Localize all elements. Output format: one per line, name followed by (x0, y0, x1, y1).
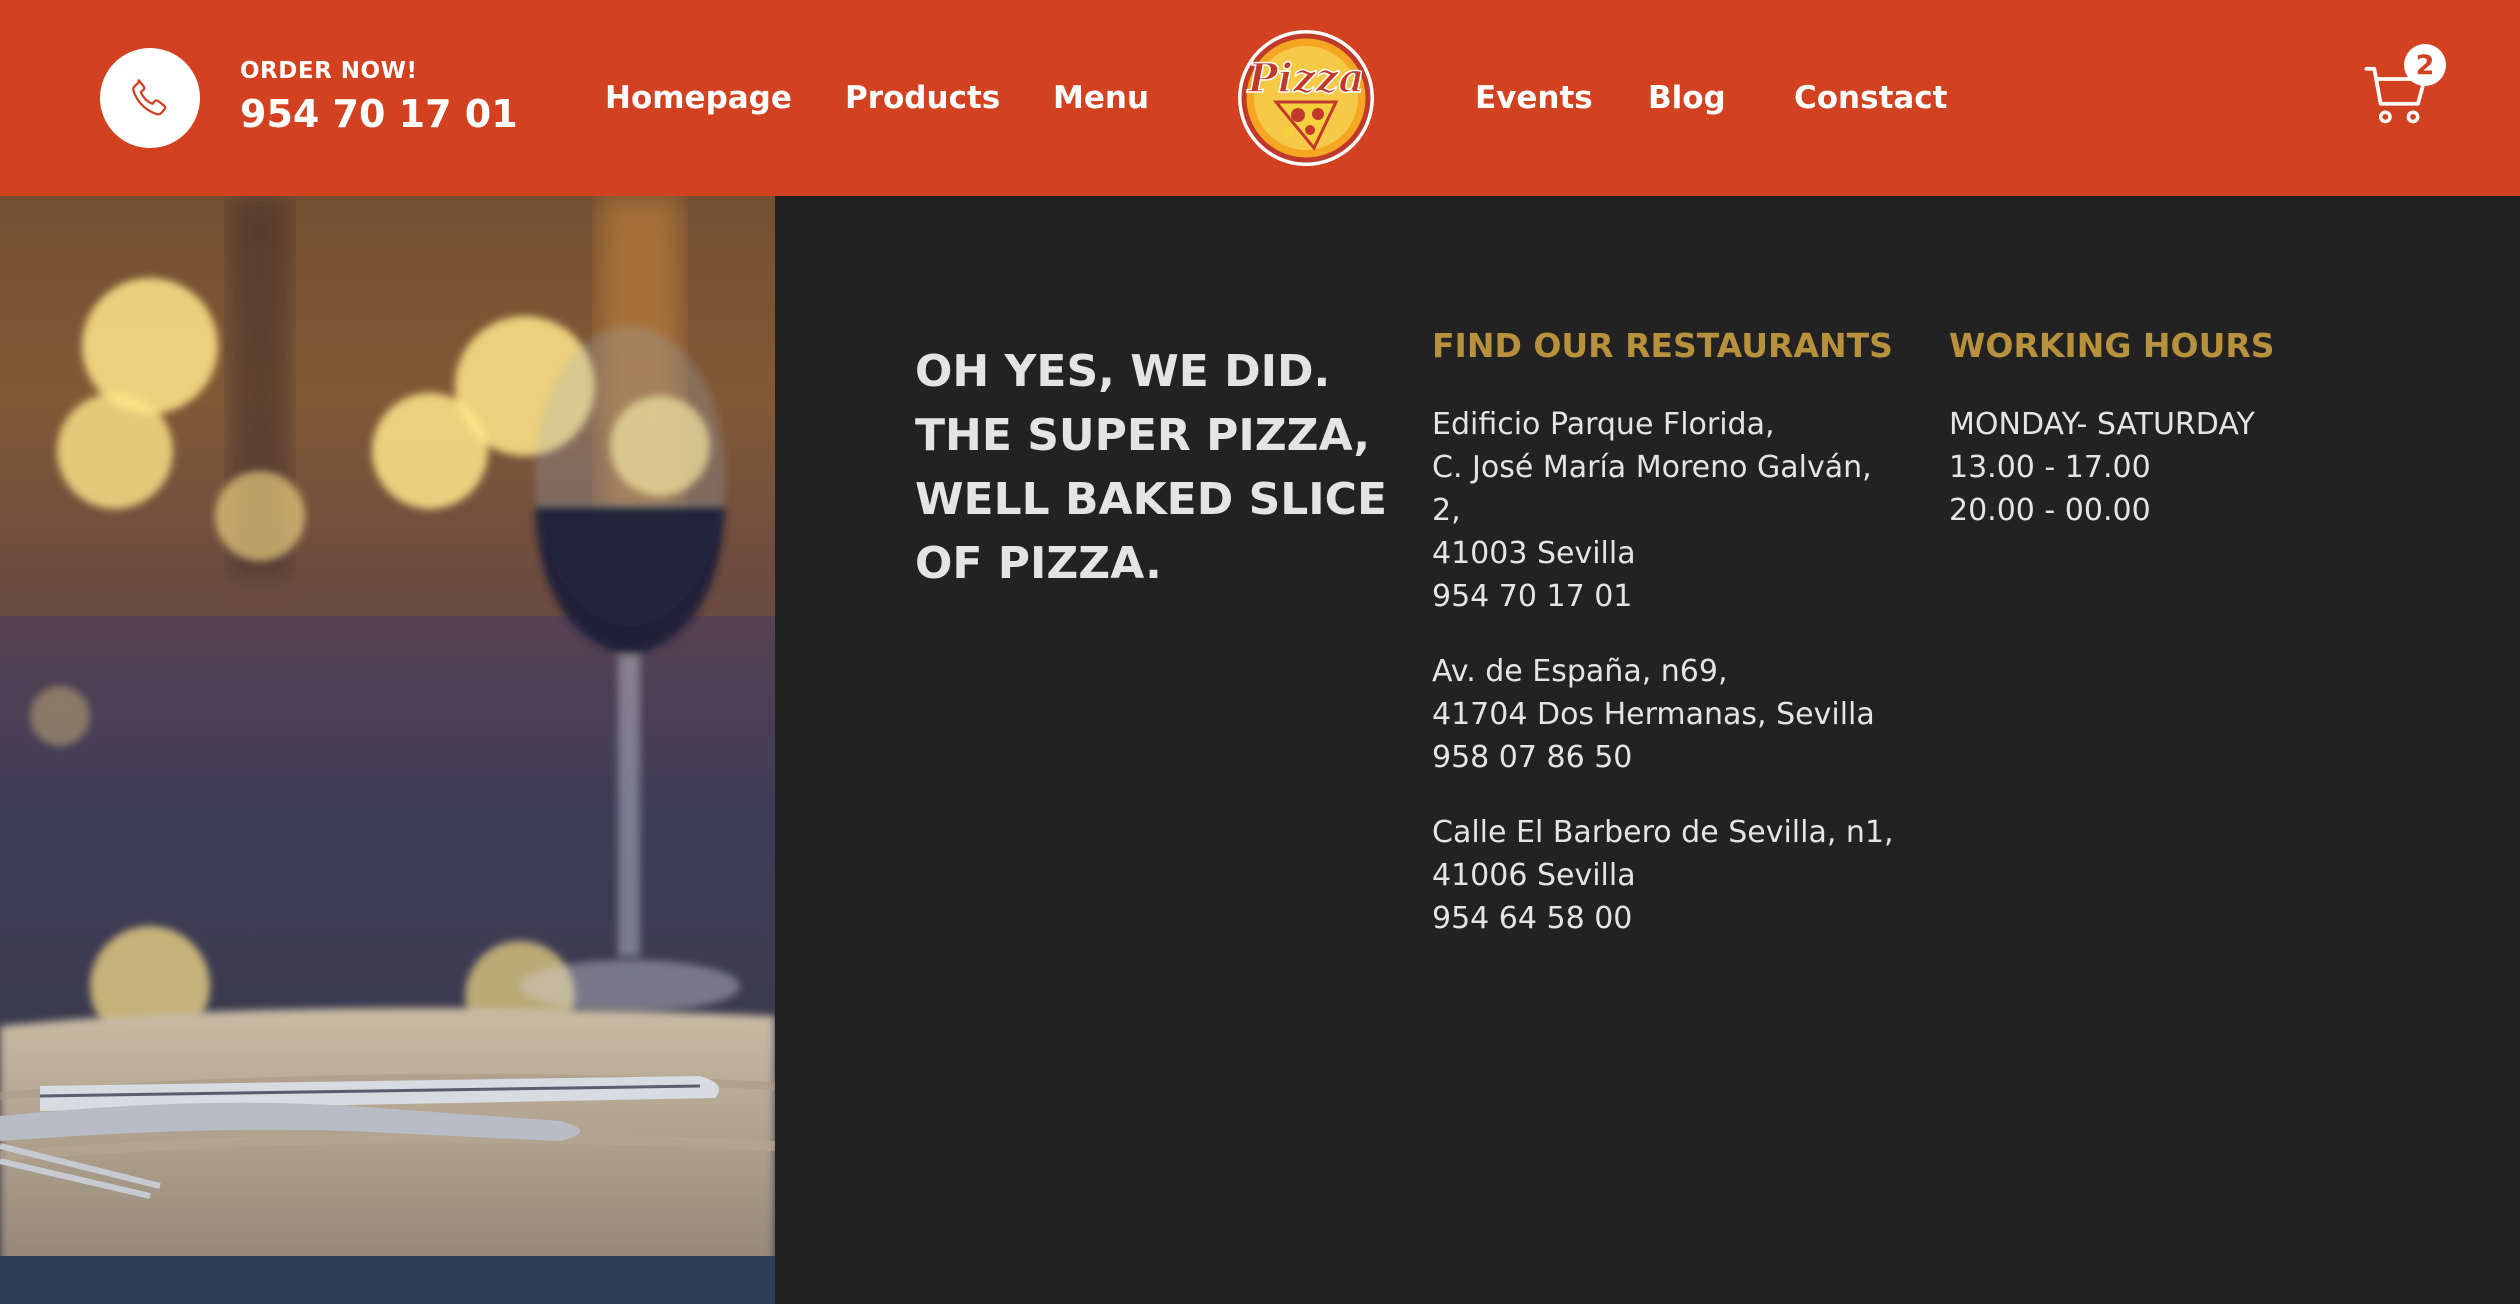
headline: OH YES, WE DID. THE SUPER PIZZA, WELL BA… (915, 340, 1388, 596)
hours-line: MONDAY- SATURDAY (1949, 407, 2255, 442)
pizza-logo-text: Pizza (1247, 55, 1365, 102)
phone-line[interactable]: 958 07 86 50 (1432, 736, 1892, 779)
restaurant-location: Av. de España, n69, 41704 Dos Hermanas, … (1432, 650, 1892, 779)
nav-events[interactable]: Events (1475, 80, 1593, 116)
nav-homepage[interactable]: Homepage (605, 80, 792, 116)
address-line: Av. de España, n69, (1432, 654, 1728, 689)
phone-line[interactable]: 954 70 17 01 (1432, 575, 1892, 618)
order-phone-number[interactable]: 954 70 17 01 (240, 92, 518, 136)
nav-products[interactable]: Products (845, 80, 1000, 116)
phone-line[interactable]: 954 64 58 00 (1432, 897, 1892, 940)
restaurant-photo-graphic (0, 196, 775, 1304)
address-line: Edificio Parque Florida, (1432, 407, 1775, 442)
pizza-logo[interactable]: Pizza (1236, 20, 1376, 170)
headline-line: OH YES, WE DID. (915, 346, 1331, 397)
address-line: 41006 Sevilla (1432, 858, 1636, 893)
nav-menu[interactable]: Menu (1053, 80, 1149, 116)
headline-line: OF PIZZA. (915, 538, 1162, 589)
headline-line: THE SUPER PIZZA, (915, 410, 1371, 461)
restaurants-list: Edificio Parque Florida, C. José María M… (1432, 403, 1894, 972)
site-header: ORDER NOW! 954 70 17 01 Homepage Product… (0, 0, 2520, 196)
cart-button[interactable]: 2 (2362, 44, 2452, 128)
hours-list: MONDAY- SATURDAY 13.00 - 17.00 20.00 - 0… (1949, 403, 2369, 532)
hours-line: 20.00 - 00.00 (1949, 493, 2151, 528)
restaurant-location: Calle El Barbero de Sevilla, n1, 41006 S… (1432, 811, 1894, 940)
address-line: 41704 Dos Hermanas, Sevilla (1432, 697, 1875, 732)
cart-count-badge: 2 (2404, 44, 2446, 86)
phone-button[interactable] (100, 48, 200, 148)
nav-blog[interactable]: Blog (1648, 80, 1726, 116)
address-line: C. José María Moreno Galván, (1432, 450, 1872, 485)
restaurant-location: Edificio Parque Florida, C. José María M… (1432, 403, 1892, 618)
address-line: 41003 Sevilla (1432, 536, 1636, 571)
hours-title: WORKING HOURS (1949, 326, 2275, 365)
restaurants-title: FIND OUR RESTAURANTS (1432, 326, 1893, 365)
headline-line: WELL BAKED SLICE (915, 474, 1388, 525)
order-now-label: ORDER NOW! (240, 58, 418, 84)
address-line: Calle El Barbero de Sevilla, n1, (1432, 815, 1894, 850)
address-line: 2, (1432, 493, 1461, 528)
nav-contact[interactable]: Constact (1794, 80, 1948, 116)
hours-line: 13.00 - 17.00 (1949, 450, 2151, 485)
pizza-logo-graphic: Pizza (1238, 30, 1374, 166)
restaurant-photo (0, 196, 775, 1304)
phone-icon (132, 79, 167, 116)
